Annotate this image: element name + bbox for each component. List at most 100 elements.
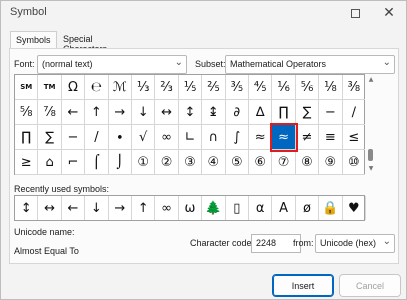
symbol-cell[interactable]: ⅕ — [178, 75, 203, 100]
symbol-cell[interactable]: ℳ — [108, 75, 132, 100]
recent-symbol-cell[interactable]: ♥ — [343, 196, 366, 220]
recent-symbol-cell[interactable]: ▯ — [226, 196, 249, 220]
symbol-cell[interactable]: ⅙ — [272, 75, 296, 100]
symbol-cell[interactable]: ⌡ — [108, 150, 132, 175]
recent-symbol-cell[interactable]: ↔ — [38, 196, 62, 220]
symbol-cell[interactable]: ∆ — [249, 100, 273, 125]
scroll-thumb[interactable] — [368, 149, 373, 161]
from-dropdown[interactable]: Unicode (hex) ⌄ — [315, 234, 395, 253]
symbol-cell[interactable]: ℮ — [85, 75, 109, 100]
symbol-cell[interactable]: ② — [155, 150, 179, 175]
symbol-cell[interactable]: ∞ — [155, 125, 179, 150]
symbol-cell[interactable]: ∑ — [38, 125, 62, 150]
recent-symbols: ↕ ↔ ← ↓ → ↑ ∞ ω 🌲 ▯ α Aø 🔒 ♥ — [14, 195, 366, 221]
symbol-cell[interactable]: SM — [15, 75, 39, 100]
scroll-down-icon[interactable]: ▼ — [366, 165, 376, 173]
symbol-dialog: Symbol ✕ Symbols Special Characters Font… — [0, 0, 407, 300]
subset-value: Mathematical Operators — [230, 59, 327, 69]
symbol-cell[interactable]: ∙ — [108, 125, 132, 150]
symbol-cell[interactable]: ⅓ — [132, 75, 156, 100]
symbol-cell[interactable]: ← — [61, 100, 86, 125]
font-value: (normal text) — [42, 59, 93, 69]
symbol-cell[interactable]: ⅘ — [249, 75, 273, 100]
cancel-button[interactable]: Cancel — [339, 274, 401, 297]
insert-button-label: Insert — [291, 280, 315, 291]
subset-dropdown[interactable]: Mathematical Operators ⌄ — [225, 55, 395, 74]
window-title: Symbol — [10, 6, 47, 18]
symbol-cell[interactable]: ④ — [202, 150, 226, 175]
recent-symbol-cell[interactable]: 🌲 — [202, 196, 226, 220]
symbol-cell[interactable]: ∏ — [272, 100, 296, 125]
symbol-cell[interactable]: → — [108, 100, 132, 125]
symbol-cell[interactable]: / — [85, 125, 109, 150]
symbol-cell[interactable]: ∫ — [225, 125, 249, 150]
recent-symbol-cell[interactable]: ↕ — [15, 196, 39, 220]
symbol-cell[interactable]: ⅖ — [202, 75, 226, 100]
recent-symbol-cell[interactable]: ← — [62, 196, 86, 220]
symbol-cell[interactable]: ⅝ — [15, 100, 39, 125]
recent-symbol-cell[interactable]: → — [109, 196, 132, 220]
symbol-cell[interactable]: ⑩ — [342, 150, 366, 175]
insert-button[interactable]: Insert — [272, 274, 334, 297]
maximize-icon — [350, 8, 360, 18]
symbol-cell[interactable]: ≥ — [15, 150, 39, 175]
symbol-cell[interactable]: ≈ — [249, 125, 273, 150]
character-code-label: Character code: — [190, 238, 255, 248]
symbol-cell[interactable]: ⅜ — [342, 75, 366, 100]
symbol-cell[interactable]: ⌐ — [61, 150, 86, 175]
symbol-cell[interactable]: ↓ — [132, 100, 156, 125]
scroll-up-icon[interactable]: ▲ — [366, 76, 376, 84]
symbol-cell[interactable]: ⑥ — [249, 150, 273, 175]
symbol-cell[interactable]: ∩ — [202, 125, 226, 150]
recent-label: Recently used symbols: — [14, 184, 110, 194]
symbol-cell[interactable]: − — [319, 100, 343, 125]
symbol-grid-scrollbar[interactable]: ▲ ▼ — [365, 74, 377, 175]
recent-symbol-cell[interactable]: A — [272, 196, 296, 220]
symbol-cell[interactable]: ≡ — [319, 125, 343, 150]
chevron-down-icon: ⌄ — [174, 57, 183, 68]
symbol-cell[interactable]: ⑨ — [319, 150, 343, 175]
symbol-cell[interactable]: Ω — [61, 75, 86, 100]
symbol-cell[interactable]: ∏ — [15, 125, 39, 150]
symbol-cell[interactable]: ∟ — [178, 125, 203, 150]
font-dropdown[interactable]: (normal text) ⌄ — [37, 55, 187, 74]
symbol-cell[interactable]: ⑧ — [295, 150, 320, 175]
symbol-cell[interactable]: ↨ — [202, 100, 226, 125]
recent-symbol-cell[interactable]: ↑ — [132, 196, 156, 220]
recent-symbol-cell[interactable]: ∞ — [155, 196, 179, 220]
symbol-cell[interactable]: ≤ — [342, 125, 366, 150]
symbol-cell[interactable]: √ — [132, 125, 156, 150]
recent-symbol-cell[interactable]: 🔒 — [319, 196, 343, 220]
symbol-cell[interactable]: TM — [38, 75, 62, 100]
recent-symbol-cell[interactable]: ø — [296, 196, 320, 220]
symbol-cell[interactable]: ∑ — [295, 100, 320, 125]
maximize-button[interactable] — [345, 4, 365, 22]
symbol-cell[interactable]: ⅚ — [295, 75, 320, 100]
subset-label: Subset: — [195, 59, 226, 69]
recent-symbol-cell[interactable]: ω — [179, 196, 203, 220]
symbol-cell[interactable]: ↑ — [85, 100, 109, 125]
symbol-grid: SM TM Ω ℮ ℳ ⅓ ⅔ ⅕ ⅖ ⅗ ⅘ ⅙ ⅚ ⅛ ⅜ ⅝ ⅞ ← ↑ → ↓ ↔ ↕ ↨ ∂ ∆ ∏ ∑ − ∕ ∏ ∑ − / ∙ √ ∞ ∟… — [14, 74, 366, 175]
symbol-cell[interactable]: ⅗ — [225, 75, 249, 100]
symbol-cell[interactable]: ≠ — [295, 125, 320, 150]
symbol-cell[interactable]: ③ — [178, 150, 203, 175]
recent-symbol-cell[interactable]: ↓ — [85, 196, 109, 220]
close-button[interactable]: ✕ — [379, 4, 399, 22]
recent-symbol-cell[interactable]: α — [249, 196, 273, 220]
symbol-cell[interactable]: ⅔ — [155, 75, 179, 100]
symbol-cell[interactable]: ∂ — [225, 100, 249, 125]
symbol-cell[interactable]: ∕ — [342, 100, 366, 125]
tab-special-characters[interactable]: Special Characters — [58, 31, 112, 54]
cancel-button-label: Cancel — [355, 280, 384, 291]
symbol-cell[interactable]: ⌂ — [38, 150, 62, 175]
symbol-cell[interactable]: ⌠ — [85, 150, 109, 175]
symbol-cell[interactable]: ↕ — [178, 100, 203, 125]
symbol-cell-selected[interactable]: ≈ — [272, 125, 296, 150]
symbol-cell[interactable]: ⑦ — [272, 150, 296, 175]
symbol-cell[interactable]: ↔ — [155, 100, 179, 125]
symbol-cell[interactable]: ⅞ — [38, 100, 62, 125]
symbol-cell[interactable]: ⅛ — [319, 75, 343, 100]
symbol-cell[interactable]: ① — [132, 150, 156, 175]
symbol-cell[interactable]: ⑤ — [225, 150, 249, 175]
symbol-cell[interactable]: − — [61, 125, 86, 150]
